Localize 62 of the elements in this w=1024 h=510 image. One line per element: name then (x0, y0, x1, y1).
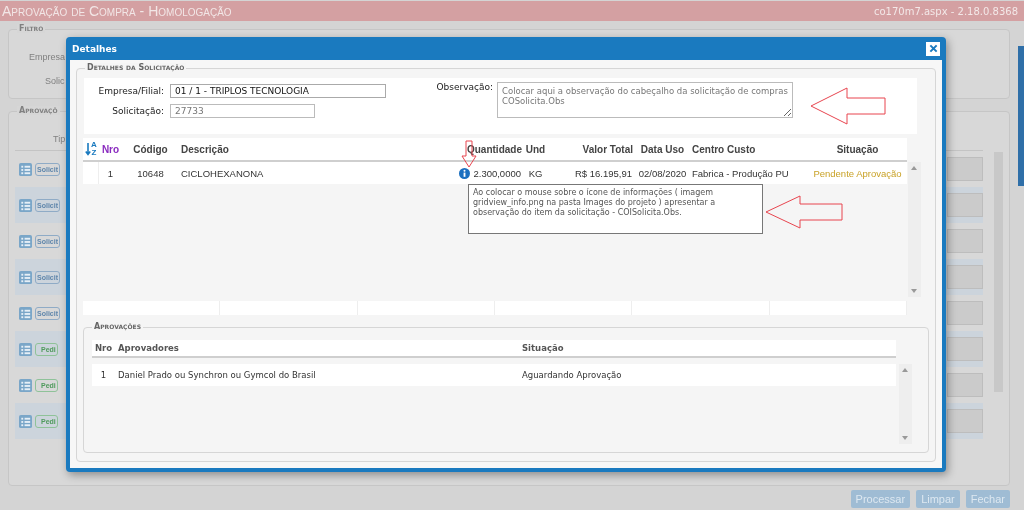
column-header[interactable]: Nro (99, 143, 122, 155)
company-label: Empresa/Filial: (97, 86, 164, 96)
column-header[interactable]: Valor Total (548, 143, 635, 155)
column-header[interactable]: Und (523, 143, 548, 155)
note-field[interactable] (947, 229, 983, 253)
list-icon[interactable] (19, 162, 32, 176)
table-cell-text: R$ 16.195,91 (573, 167, 633, 179)
approvals-legend: Aprovaçõ (17, 106, 60, 115)
list-icon[interactable] (19, 342, 32, 356)
note-field[interactable] (947, 265, 983, 289)
list-icon[interactable] (19, 414, 32, 428)
column-header[interactable]: Situação (808, 143, 907, 155)
table-cell-text: 1 (99, 370, 108, 380)
scrollbar[interactable] (908, 162, 921, 297)
column-header[interactable]: Quantidade (455, 143, 523, 155)
note-field[interactable] (947, 373, 983, 397)
sort-button[interactable]: A Z (85, 141, 97, 157)
approvals-legend: Aprovações (92, 322, 143, 331)
table-cell-text: 02/08/2020 (637, 167, 688, 179)
info-icon[interactable] (459, 167, 471, 179)
request-field[interactable]: 27733 (170, 104, 315, 118)
list-icon[interactable] (19, 378, 32, 392)
status-text: Pendente Aprovação (812, 167, 903, 179)
list-icon[interactable] (19, 234, 32, 248)
column-header: Tip (53, 134, 66, 144)
column-header[interactable]: Código (122, 143, 179, 155)
list-icon[interactable] (19, 198, 32, 212)
filter-label: Empresa (29, 52, 65, 62)
table-cell-text: CICLOHEXANONA (180, 167, 265, 179)
note-field[interactable]: Colocar aqui a observação do cabeçalho da solicitação de compras COSolicita.Obs (497, 82, 793, 118)
table-cell-text: Aguardando Aprovação (521, 370, 623, 380)
page-info: co170m7.aspx - 2.18.0.8368 (874, 5, 1018, 17)
scrollbar[interactable] (899, 364, 912, 444)
column-header: Situação (521, 343, 565, 353)
tooltip: Ao colocar o mouse sobre o ícone de informações ( imagem gridview_info.png na pasta Images do projeto ) apresentar a observação do item da solicitação - COISolicita.Obs. (468, 184, 763, 234)
note-field[interactable] (947, 409, 983, 433)
note-field[interactable] (947, 301, 983, 325)
table-cell-text: KG (527, 167, 544, 179)
column-header: Aprovadores (117, 343, 180, 353)
note-field[interactable] (947, 193, 983, 217)
column-header[interactable]: Descrição (179, 143, 455, 155)
table-cell: 2.300,0000 (473, 167, 521, 179)
list-icon[interactable] (19, 306, 32, 320)
table-cell-text: 1 (106, 167, 115, 179)
table-cell-text: Daniel Prado ou Synchron ou Gymcol do Brasil (117, 370, 317, 380)
table-cell-text: Fabrica - Produção PU (691, 167, 790, 179)
company-field[interactable]: 01 / 1 - TRIPLOS TECNOLOGIA (170, 84, 386, 98)
column-header[interactable]: Centro Custo (690, 143, 808, 155)
table-cell-text: 10648 (136, 167, 165, 179)
details-legend: Detalhes da Solicitação (85, 63, 187, 72)
page-title: Aprovação de Compra - Homologação (2, 3, 232, 19)
list-icon[interactable] (19, 270, 32, 284)
filter-legend: Filtro (17, 24, 46, 33)
note-field[interactable] (947, 337, 983, 361)
column-header: Nro (94, 343, 114, 353)
filter-label: Solic (45, 76, 65, 86)
note-label: Observação: (436, 82, 493, 92)
column-header[interactable]: Data Uso (635, 143, 690, 155)
request-label: Solicitação: (111, 106, 164, 116)
note-field[interactable] (947, 157, 983, 181)
dialog-title: Detalhes (72, 43, 117, 54)
close-button[interactable] (926, 41, 940, 56)
